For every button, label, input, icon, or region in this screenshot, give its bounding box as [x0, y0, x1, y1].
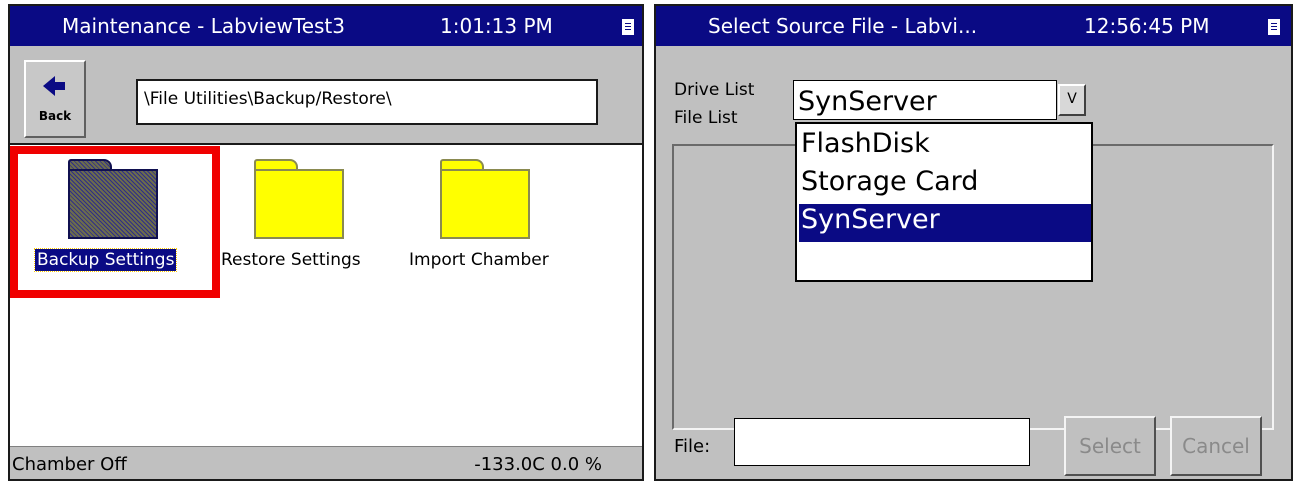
file-input[interactable]	[734, 418, 1030, 466]
folder-restore-settings[interactable]	[254, 159, 344, 239]
title-bar: Select Source File - Labvi... 12:56:45 P…	[656, 6, 1291, 46]
window-title: Select Source File - Labvi...	[708, 14, 978, 38]
maintenance-window: Maintenance - LabviewTest3 1:01:13 PM Ba…	[8, 4, 644, 481]
status-bar: Chamber Off -133.0C 0.0 %	[10, 450, 642, 480]
path-field[interactable]: \File Utilities\Backup/Restore\	[136, 79, 598, 125]
drive-option-synserver[interactable]: SynServer	[799, 204, 1091, 242]
document-icon[interactable]	[622, 19, 634, 35]
back-button[interactable]: Back	[24, 60, 86, 138]
folder-label-import-chamber[interactable]: Import Chamber	[407, 249, 551, 271]
clock: 1:01:13 PM	[440, 14, 553, 38]
clock: 12:56:45 PM	[1084, 14, 1210, 38]
select-source-file-window: Select Source File - Labvi... 12:56:45 P…	[654, 4, 1293, 481]
file-label: File:	[674, 436, 711, 457]
drive-list-label: Drive List	[674, 80, 755, 100]
chamber-status: Chamber Off	[12, 454, 127, 475]
file-list-label: File List	[674, 108, 738, 128]
folder-import-chamber[interactable]	[440, 159, 530, 239]
back-label: Back	[38, 109, 72, 123]
select-button[interactable]: Select	[1064, 416, 1156, 476]
drive-dropdown-list: FlashDisk Storage Card SynServer	[795, 122, 1093, 282]
drive-option-flashdisk[interactable]: FlashDisk	[799, 128, 1091, 166]
drive-option-storage-card[interactable]: Storage Card	[799, 166, 1091, 204]
folder-label-restore-settings[interactable]: Restore Settings	[219, 249, 363, 271]
drive-select[interactable]: SynServer	[793, 80, 1057, 120]
window-title: Maintenance - LabviewTest3	[62, 14, 345, 38]
cancel-button[interactable]: Cancel	[1170, 416, 1262, 476]
document-icon[interactable]	[1268, 19, 1280, 35]
temperature-humidity-readout: -133.0C 0.0 %	[474, 454, 602, 475]
title-bar: Maintenance - LabviewTest3 1:01:13 PM	[10, 6, 642, 46]
red-highlight-box	[10, 146, 220, 298]
dropdown-button[interactable]: V	[1058, 84, 1086, 116]
back-arrow-icon	[43, 76, 65, 96]
